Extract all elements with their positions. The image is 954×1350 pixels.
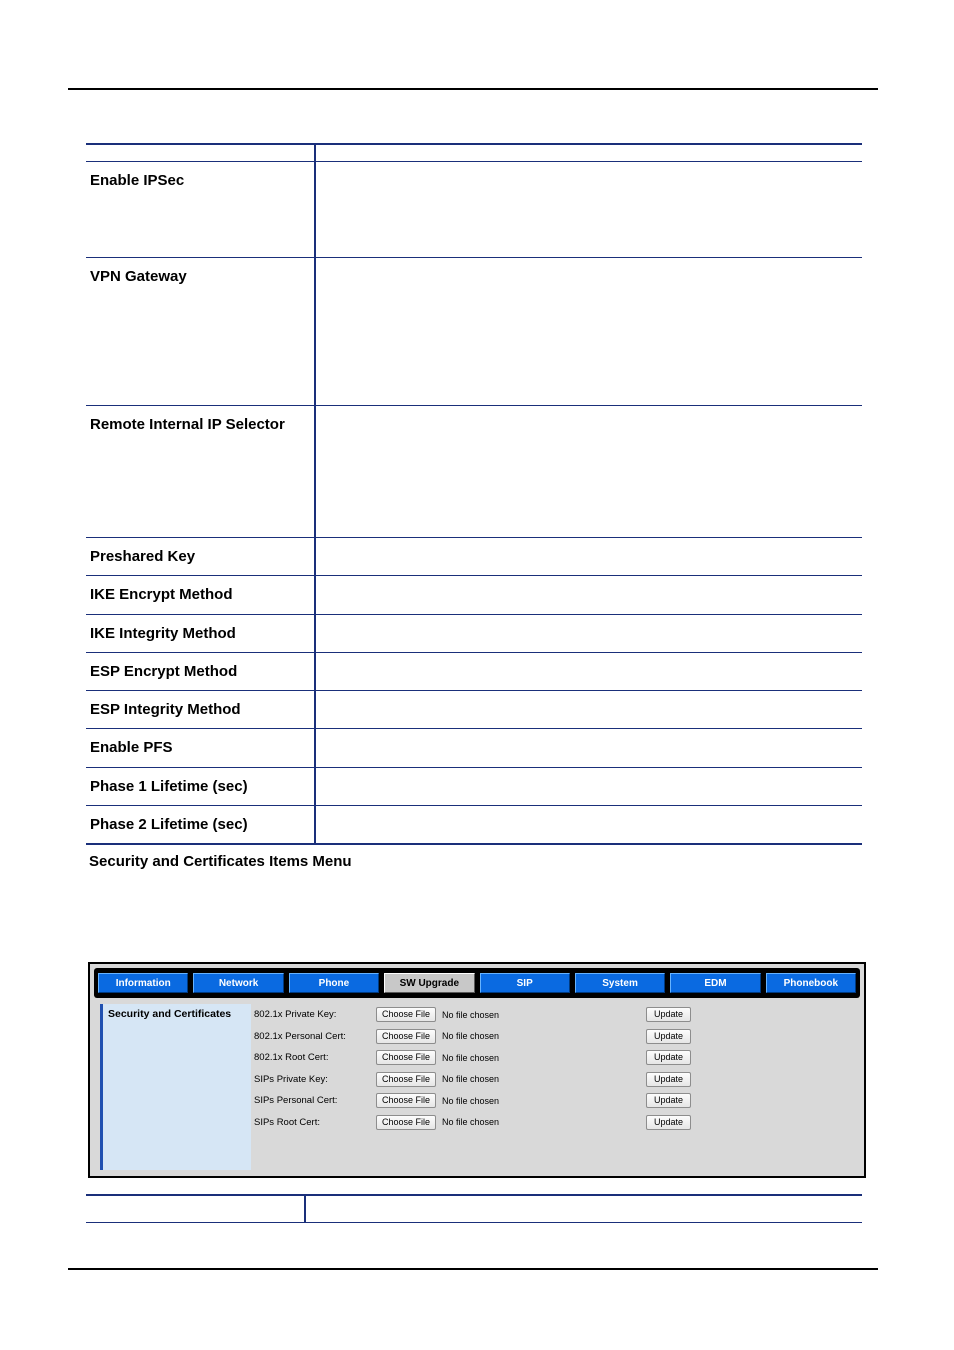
label-sips-personal-cert: SIPs Personal Cert:	[254, 1095, 338, 1107]
document-page: Enable IPSec VPN Gateway Remote Internal…	[0, 0, 954, 1350]
table-row: ESP Encrypt Method	[86, 652, 862, 692]
row-value-ike-encrypt-method	[315, 575, 862, 615]
table-header-value-cell	[315, 143, 862, 162]
choose-file-button-8021x-personal-cert[interactable]: Choose File	[376, 1028, 437, 1044]
label-sips-root-cert: SIPs Root Cert:	[254, 1116, 320, 1128]
row-value-remote-internal-ip-selector	[315, 405, 862, 538]
web-ui-navbar: Information Network Phone SW Upgrade SIP…	[94, 968, 860, 998]
row-value-preshared-key	[315, 537, 862, 577]
table-row	[86, 1194, 862, 1223]
table-header-row	[86, 143, 862, 162]
choose-file-button-sips-root-cert[interactable]: Choose File	[376, 1114, 437, 1130]
device-web-ui-figure: Information Network Phone SW Upgrade SIP…	[88, 962, 866, 1178]
update-button-8021x-root-cert[interactable]: Update	[646, 1050, 692, 1066]
form-row-8021x-private-key: 802.1x Private Key: Choose File No file …	[254, 1004, 858, 1026]
row-label-vpn-gateway: VPN Gateway	[86, 257, 316, 406]
row-label-phase-1-lifetime: Phase 1 Lifetime (sec)	[86, 767, 316, 806]
row-label-ike-integrity-method: IKE Integrity Method	[86, 614, 316, 653]
row-value-esp-encrypt-method	[315, 652, 862, 692]
row-label-esp-integrity-method: ESP Integrity Method	[86, 690, 316, 730]
label-8021x-personal-cert: 802.1x Personal Cert:	[254, 1030, 346, 1042]
row-value-enable-pfs	[315, 728, 862, 768]
row-label-ike-encrypt-method: IKE Encrypt Method	[86, 575, 316, 615]
row-label-enable-pfs: Enable PFS	[86, 728, 316, 768]
table-row: Remote Internal IP Selector	[86, 405, 862, 538]
form-row-sips-root-cert: SIPs Root Cert: Choose File No file chos…	[254, 1112, 858, 1134]
file-status-8021x-private-key: No file chosen	[442, 1009, 500, 1020]
table-row: Enable IPSec	[86, 161, 862, 258]
row-value-enable-ipsec	[315, 161, 862, 258]
header-rule	[68, 88, 878, 90]
form-row-sips-private-key: SIPs Private Key: Choose File No file ch…	[254, 1069, 858, 1091]
form-row-8021x-root-cert: 802.1x Root Cert: Choose File No file ch…	[254, 1047, 858, 1069]
row-value-phase-2-lifetime	[315, 805, 862, 845]
form-row-8021x-personal-cert: 802.1x Personal Cert: Choose File No fil…	[254, 1026, 858, 1048]
tab-network[interactable]: Network	[193, 973, 284, 993]
tab-edm-label: EDM	[704, 977, 727, 989]
tab-information[interactable]: Information	[98, 973, 189, 993]
row-label-preshared-key: Preshared Key	[86, 537, 316, 577]
figure-caption: Security and Certificates Items Menu	[89, 853, 352, 870]
table-row: Enable PFS	[86, 728, 862, 768]
tab-edm[interactable]: EDM	[670, 973, 761, 993]
row-label-remote-internal-ip-selector: Remote Internal IP Selector	[86, 405, 316, 538]
tab-system[interactable]: System	[574, 973, 666, 993]
update-button-8021x-personal-cert[interactable]: Update	[646, 1028, 692, 1044]
update-button-sips-personal-cert[interactable]: Update	[646, 1093, 692, 1109]
file-status-sips-personal-cert: No file chosen	[442, 1095, 500, 1106]
row-label-esp-encrypt-method: ESP Encrypt Method	[86, 652, 316, 692]
row-value-phase-1-lifetime	[315, 767, 862, 806]
certificates-form: 802.1x Private Key: Choose File No file …	[254, 1004, 858, 1170]
choose-file-button-8021x-root-cert[interactable]: Choose File	[376, 1050, 437, 1066]
continuation-value-cell	[305, 1194, 862, 1223]
row-label-phase-2-lifetime: Phase 2 Lifetime (sec)	[86, 805, 316, 845]
file-status-sips-root-cert: No file chosen	[442, 1117, 500, 1128]
tab-phonebook-label: Phonebook	[783, 977, 839, 989]
label-8021x-root-cert: 802.1x Root Cert:	[254, 1052, 329, 1064]
tab-sip-label: SIP	[516, 977, 533, 989]
table-row: ESP Integrity Method	[86, 690, 862, 730]
web-ui-sidebar: Security and Certificates	[100, 1004, 251, 1170]
update-button-sips-root-cert[interactable]: Update	[646, 1114, 692, 1130]
sidebar-title: Security and Certificates	[108, 1008, 232, 1020]
tab-sw-upgrade[interactable]: SW Upgrade	[384, 973, 475, 993]
table-header-label-cell	[86, 143, 316, 162]
file-status-sips-private-key: No file chosen	[442, 1074, 500, 1085]
table-row: Phase 1 Lifetime (sec)	[86, 767, 862, 806]
choose-file-button-sips-private-key[interactable]: Choose File	[376, 1071, 437, 1087]
tab-sw-upgrade-label: SW Upgrade	[399, 977, 460, 989]
web-ui-body: Security and Certificates 802.1x Private…	[94, 1000, 860, 1172]
update-button-sips-private-key[interactable]: Update	[646, 1071, 692, 1087]
form-row-sips-personal-cert: SIPs Personal Cert: Choose File No file …	[254, 1090, 858, 1112]
row-value-ike-integrity-method	[315, 614, 862, 653]
tab-phonebook[interactable]: Phonebook	[765, 973, 856, 993]
table-row: Preshared Key	[86, 537, 862, 577]
tab-sip[interactable]: SIP	[479, 973, 570, 993]
tab-information-label: Information	[115, 977, 171, 989]
table-row: IKE Encrypt Method	[86, 575, 862, 615]
choose-file-button-sips-personal-cert[interactable]: Choose File	[376, 1093, 437, 1109]
tab-phone[interactable]: Phone	[288, 973, 380, 993]
label-sips-private-key: SIPs Private Key:	[254, 1073, 328, 1085]
label-8021x-private-key: 802.1x Private Key:	[254, 1009, 337, 1021]
row-value-esp-integrity-method	[315, 690, 862, 730]
update-button-8021x-private-key[interactable]: Update	[646, 1007, 692, 1023]
table-row: VPN Gateway	[86, 257, 862, 406]
file-status-8021x-personal-cert: No file chosen	[442, 1031, 500, 1042]
row-value-vpn-gateway	[315, 257, 862, 406]
tab-phone-label: Phone	[318, 977, 350, 989]
table-row: IKE Integrity Method	[86, 614, 862, 653]
ipsec-parameter-table: Enable IPSec VPN Gateway Remote Internal…	[86, 143, 862, 845]
choose-file-button-8021x-private-key[interactable]: Choose File	[376, 1007, 437, 1023]
file-status-8021x-root-cert: No file chosen	[442, 1052, 500, 1063]
continuation-table	[86, 1194, 862, 1223]
table-row: Phase 2 Lifetime (sec)	[86, 805, 862, 845]
row-label-enable-ipsec: Enable IPSec	[86, 161, 316, 258]
footer-rule	[68, 1268, 878, 1270]
tab-network-label: Network	[218, 977, 259, 989]
continuation-label-cell	[86, 1194, 306, 1223]
tab-system-label: System	[602, 977, 638, 989]
